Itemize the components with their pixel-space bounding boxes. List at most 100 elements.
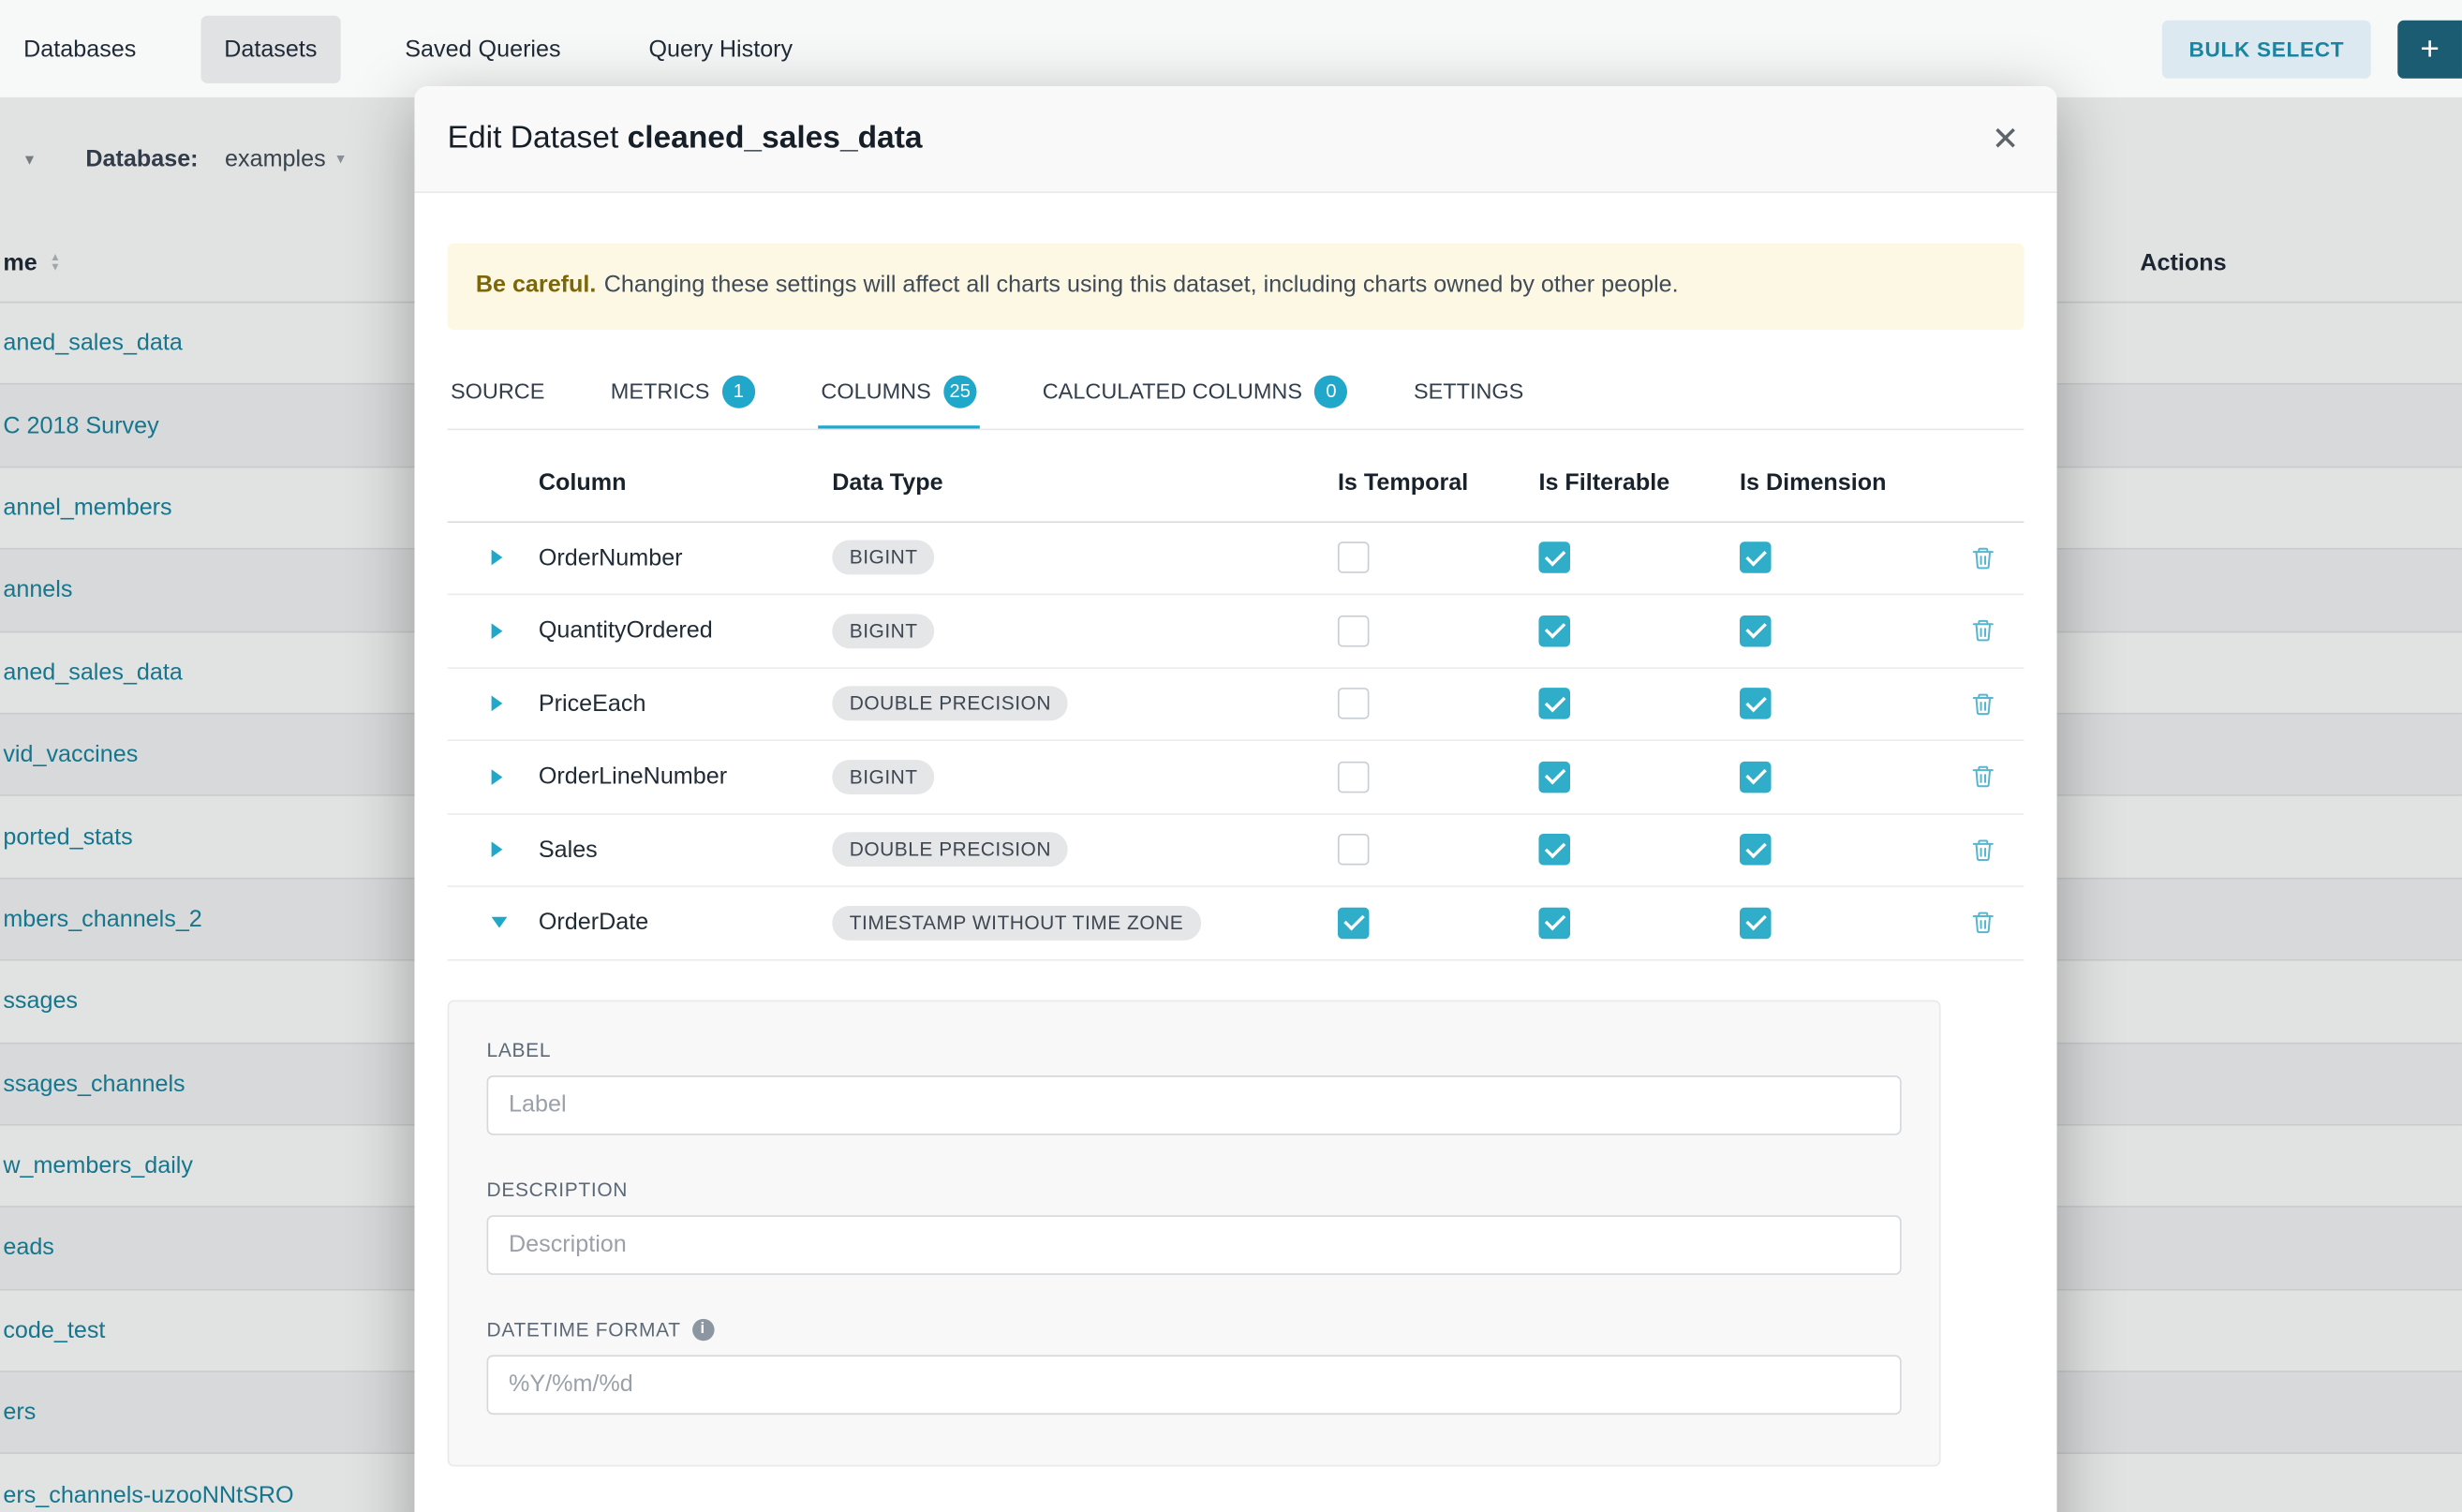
plus-icon: + bbox=[2420, 32, 2440, 65]
column-name: OrderDate bbox=[539, 910, 648, 936]
tab-source[interactable]: SOURCE bbox=[448, 356, 548, 428]
top-nav: Databases Datasets Saved Queries Query Hist… bbox=[0, 0, 2462, 97]
datetime-format-input[interactable] bbox=[487, 1355, 1902, 1415]
is-filterable-checkbox[interactable] bbox=[1538, 615, 1570, 647]
modal-title-prefix: Edit Dataset bbox=[448, 121, 619, 156]
column-row-orderdate: OrderDate TIMESTAMP WITHOUT TIME ZONE bbox=[448, 887, 2024, 960]
expand-caret-icon[interactable] bbox=[492, 769, 503, 785]
collapse-caret-icon[interactable] bbox=[492, 917, 508, 928]
column-header-is-filterable: Is Filterable bbox=[1538, 469, 1740, 496]
data-type-pill: BIGINT bbox=[832, 760, 935, 794]
modal-title-dataset-name: cleaned_sales_data bbox=[628, 121, 923, 156]
nav-item-query-history[interactable]: Query History bbox=[625, 15, 816, 82]
delete-column-icon[interactable] bbox=[1967, 906, 1999, 939]
is-temporal-checkbox[interactable] bbox=[1338, 907, 1370, 939]
tab-label: COLUMNS bbox=[821, 378, 930, 404]
is-temporal-checkbox[interactable] bbox=[1338, 761, 1370, 793]
add-button[interactable]: + bbox=[2397, 20, 2462, 78]
data-type-pill: DOUBLE PRECISION bbox=[832, 687, 1068, 721]
field-description: DESCRIPTION bbox=[487, 1178, 1902, 1274]
is-temporal-checkbox[interactable] bbox=[1338, 689, 1370, 720]
nav-item-databases[interactable]: Databases bbox=[0, 15, 159, 82]
field-datetime-format: DATETIME FORMATi bbox=[487, 1318, 1902, 1414]
column-row-priceeach: PriceEach DOUBLE PRECISION bbox=[448, 668, 2024, 741]
tab-columns[interactable]: COLUMNS 25 bbox=[818, 356, 980, 428]
column-row-ordernumber: OrderNumber BIGINT bbox=[448, 522, 2024, 595]
description-input[interactable] bbox=[487, 1214, 1902, 1274]
tab-count-badge: 1 bbox=[722, 375, 755, 408]
is-filterable-checkbox[interactable] bbox=[1538, 542, 1570, 574]
delete-column-icon[interactable] bbox=[1967, 688, 1999, 720]
is-filterable-checkbox[interactable] bbox=[1538, 761, 1570, 793]
delete-column-icon[interactable] bbox=[1967, 834, 1999, 867]
is-dimension-checkbox[interactable] bbox=[1740, 761, 1772, 793]
tab-label: SOURCE bbox=[451, 378, 544, 404]
field-label: DESCRIPTION bbox=[487, 1178, 1902, 1200]
column-name: Sales bbox=[539, 837, 598, 863]
modal-header: Edit Dataset cleaned_sales_data ✕ bbox=[414, 86, 2056, 193]
modal-title: Edit Dataset cleaned_sales_data bbox=[448, 121, 923, 157]
data-type-pill: BIGINT bbox=[832, 614, 935, 648]
tab-count-badge: 25 bbox=[943, 375, 976, 408]
nav-item-datasets[interactable]: Datasets bbox=[200, 15, 341, 82]
column-header-is-dimension: Is Dimension bbox=[1740, 469, 1941, 496]
delete-column-icon[interactable] bbox=[1967, 541, 1999, 574]
column-name: OrderNumber bbox=[539, 544, 683, 571]
columns-table-rows: OrderNumber BIGINT QuantityOrdered BIGINT Pr… bbox=[448, 522, 2024, 960]
topnav-items: Databases Datasets Saved Queries Query Hist… bbox=[0, 15, 816, 82]
column-header-is-temporal: Is Temporal bbox=[1338, 469, 1539, 496]
field-label: LABEL bbox=[487, 1039, 1902, 1134]
is-dimension-checkbox[interactable] bbox=[1740, 689, 1772, 720]
tab-label: METRICS bbox=[611, 378, 710, 404]
expand-caret-icon[interactable] bbox=[492, 842, 503, 858]
expand-caret-icon[interactable] bbox=[492, 696, 503, 712]
tab-metrics[interactable]: METRICS 1 bbox=[607, 356, 758, 428]
columns-table: ColumnData TypeIs TemporalIs FilterableI… bbox=[448, 445, 2024, 960]
column-name: PriceEach bbox=[539, 690, 646, 717]
tab-calculated-columns[interactable]: CALCULATED COLUMNS 0 bbox=[1039, 356, 1351, 428]
column-header-column: Column bbox=[539, 469, 832, 496]
is-filterable-checkbox[interactable] bbox=[1538, 689, 1570, 720]
data-type-pill: DOUBLE PRECISION bbox=[832, 833, 1068, 867]
is-temporal-checkbox[interactable] bbox=[1338, 542, 1370, 574]
warning-text: Changing these settings will affect all … bbox=[604, 272, 1679, 298]
is-temporal-checkbox[interactable] bbox=[1338, 834, 1370, 866]
column-header-data-type: Data Type bbox=[832, 469, 1338, 496]
tab-settings[interactable]: SETTINGS bbox=[1411, 356, 1527, 428]
expand-caret-icon[interactable] bbox=[492, 623, 503, 639]
field-label: DATETIME FORMATi bbox=[487, 1318, 1902, 1340]
label-input[interactable] bbox=[487, 1075, 1902, 1134]
is-temporal-checkbox[interactable] bbox=[1338, 615, 1370, 647]
is-dimension-checkbox[interactable] bbox=[1740, 615, 1772, 647]
data-type-pill: TIMESTAMP WITHOUT TIME ZONE bbox=[832, 906, 1200, 941]
is-filterable-checkbox[interactable] bbox=[1538, 834, 1570, 866]
close-icon[interactable]: ✕ bbox=[1979, 113, 2031, 165]
is-dimension-checkbox[interactable] bbox=[1740, 542, 1772, 574]
column-row-quantityordered: QuantityOrdered BIGINT bbox=[448, 595, 2024, 668]
bulk-select-button[interactable]: BULK SELECT bbox=[2162, 20, 2371, 78]
tab-label: CALCULATED COLUMNS bbox=[1043, 378, 1302, 404]
modal-tabs: SOURCE METRICS 1 COLUMNS 25 CALCULATED COLUMN… bbox=[448, 356, 2024, 430]
warning-banner: Be careful. Changing these settings will … bbox=[448, 244, 2024, 329]
edit-dataset-modal: Edit Dataset cleaned_sales_data ✕ Be car… bbox=[414, 86, 2056, 1512]
column-name: QuantityOrdered bbox=[539, 617, 713, 644]
column-name: OrderLineNumber bbox=[539, 763, 727, 790]
columns-table-header: ColumnData TypeIs TemporalIs FilterableI… bbox=[448, 445, 2024, 522]
is-filterable-checkbox[interactable] bbox=[1538, 907, 1570, 939]
is-dimension-checkbox[interactable] bbox=[1740, 907, 1772, 939]
tab-label: SETTINGS bbox=[1414, 378, 1523, 404]
nav-item-saved-queries[interactable]: Saved Queries bbox=[381, 15, 585, 82]
is-dimension-checkbox[interactable] bbox=[1740, 834, 1772, 866]
warning-strong: Be careful. bbox=[476, 272, 597, 298]
modal-body: Be careful. Changing these settings will … bbox=[414, 244, 2056, 1466]
column-detail-panel: LABEL DESCRIPTION DATETIME FORMATi bbox=[448, 1000, 1941, 1466]
column-row-orderlinenumber: OrderLineNumber BIGINT bbox=[448, 741, 2024, 814]
expand-caret-icon[interactable] bbox=[492, 550, 503, 566]
data-type-pill: BIGINT bbox=[832, 541, 935, 575]
topnav-right: BULK SELECT + bbox=[2162, 20, 2462, 78]
delete-column-icon[interactable] bbox=[1967, 761, 1999, 793]
field-label: LABEL bbox=[487, 1039, 1902, 1060]
info-icon[interactable]: i bbox=[691, 1318, 713, 1340]
tab-count-badge: 0 bbox=[1314, 375, 1347, 408]
delete-column-icon[interactable] bbox=[1967, 615, 1999, 647]
